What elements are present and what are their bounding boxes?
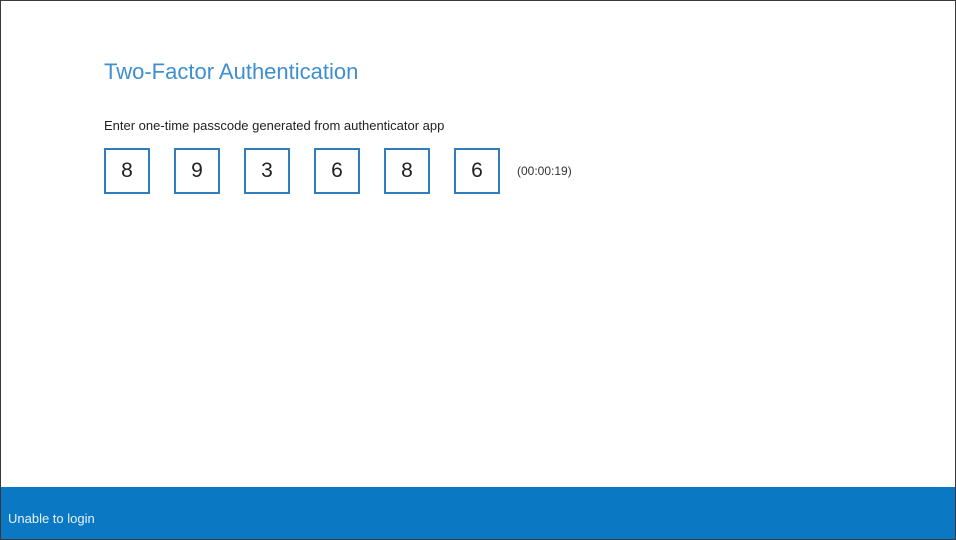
passcode-digit-4[interactable]: 6 xyxy=(314,148,360,194)
passcode-timer: (00:00:19) xyxy=(517,164,572,178)
passcode-digit-5[interactable]: 8 xyxy=(384,148,430,194)
passcode-digit-6[interactable]: 6 xyxy=(454,148,500,194)
page-title: Two-Factor Authentication xyxy=(104,59,359,84)
passcode-input-group: 8 9 3 6 8 6 (00:00:19) xyxy=(104,148,572,194)
passcode-instruction: Enter one-time passcode generated from a… xyxy=(104,118,445,133)
auth-window: Two-Factor Authentication Enter one-time… xyxy=(0,0,956,540)
unable-to-login-link[interactable]: Unable to login xyxy=(8,511,95,526)
passcode-digit-3[interactable]: 3 xyxy=(244,148,290,194)
passcode-digit-2[interactable]: 9 xyxy=(174,148,220,194)
footer-bar: Unable to login xyxy=(1,487,955,539)
passcode-digit-1[interactable]: 8 xyxy=(104,148,150,194)
